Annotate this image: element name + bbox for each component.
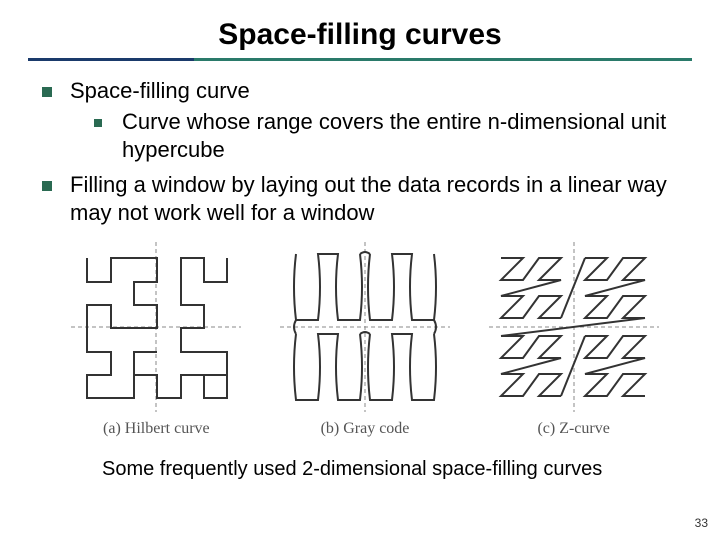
figure-caption-a: (a) Hilbert curve <box>103 420 210 438</box>
z-curve-icon <box>489 242 659 412</box>
bullet-item: Filling a window by laying out the data … <box>42 171 688 228</box>
gray-code-icon <box>280 242 450 412</box>
sub-bullet-list: Curve whose range covers the entire n-di… <box>70 108 688 165</box>
sub-bullet-text: Curve whose range covers the entire n-di… <box>122 109 666 163</box>
square-bullet-icon <box>94 119 102 127</box>
figure-summary-caption: Some frequently used 2-dimensional space… <box>42 458 688 481</box>
slide-title: Space-filling curves <box>28 14 692 58</box>
sub-bullet-item: Curve whose range covers the entire n-di… <box>94 108 688 165</box>
title-area: Space-filling curves <box>28 14 692 58</box>
slide: Space-filling curves Space-filling curve… <box>0 0 720 540</box>
figure-panel-b: (b) Gray code <box>265 242 465 438</box>
content-area: Space-filling curve Curve whose range co… <box>28 73 692 481</box>
bullet-item: Space-filling curve Curve whose range co… <box>42 77 688 165</box>
figure-area: (a) Hilbert curve <box>42 242 688 438</box>
bullet-text: Space-filling curve <box>70 78 250 103</box>
page-number: 33 <box>695 516 708 530</box>
figure-caption-b: (b) Gray code <box>321 420 410 438</box>
figure-panel-a: (a) Hilbert curve <box>56 242 256 438</box>
square-bullet-icon <box>42 181 52 191</box>
title-underline <box>28 58 692 61</box>
bullet-list: Space-filling curve Curve whose range co… <box>42 77 688 228</box>
hilbert-curve-icon <box>71 242 241 412</box>
figure-caption-c: (c) Z-curve <box>537 420 609 438</box>
bullet-text: Filling a window by laying out the data … <box>70 172 667 226</box>
square-bullet-icon <box>42 87 52 97</box>
figure-panel-c: (c) Z-curve <box>474 242 674 438</box>
